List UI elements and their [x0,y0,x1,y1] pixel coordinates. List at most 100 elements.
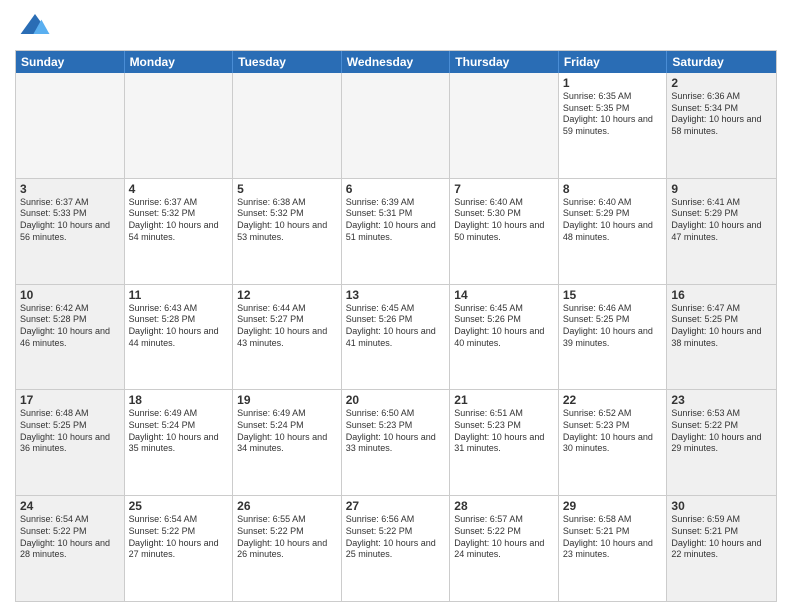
day-info: Sunrise: 6:55 AMSunset: 5:22 PMDaylight:… [237,514,337,561]
day-info: Sunrise: 6:35 AMSunset: 5:35 PMDaylight:… [563,91,663,138]
day-info: Sunrise: 6:59 AMSunset: 5:21 PMDaylight:… [671,514,772,561]
weekday-header-saturday: Saturday [667,51,776,73]
day-number: 29 [563,499,663,513]
calendar-cell: 25Sunrise: 6:54 AMSunset: 5:22 PMDayligh… [125,496,234,601]
day-number: 25 [129,499,229,513]
day-info: Sunrise: 6:37 AMSunset: 5:33 PMDaylight:… [20,197,120,244]
day-info: Sunrise: 6:46 AMSunset: 5:25 PMDaylight:… [563,303,663,350]
day-number: 19 [237,393,337,407]
day-info: Sunrise: 6:52 AMSunset: 5:23 PMDaylight:… [563,408,663,455]
calendar-cell: 3Sunrise: 6:37 AMSunset: 5:33 PMDaylight… [16,179,125,284]
day-info: Sunrise: 6:44 AMSunset: 5:27 PMDaylight:… [237,303,337,350]
calendar-cell [125,73,234,178]
weekday-header-tuesday: Tuesday [233,51,342,73]
calendar-row-4: 17Sunrise: 6:48 AMSunset: 5:25 PMDayligh… [16,390,776,496]
calendar-row-3: 10Sunrise: 6:42 AMSunset: 5:28 PMDayligh… [16,285,776,391]
day-number: 15 [563,288,663,302]
day-number: 4 [129,182,229,196]
day-info: Sunrise: 6:45 AMSunset: 5:26 PMDaylight:… [346,303,446,350]
calendar-cell: 4Sunrise: 6:37 AMSunset: 5:32 PMDaylight… [125,179,234,284]
calendar-cell: 29Sunrise: 6:58 AMSunset: 5:21 PMDayligh… [559,496,668,601]
calendar-cell [233,73,342,178]
calendar-cell: 10Sunrise: 6:42 AMSunset: 5:28 PMDayligh… [16,285,125,390]
day-info: Sunrise: 6:37 AMSunset: 5:32 PMDaylight:… [129,197,229,244]
calendar-cell: 1Sunrise: 6:35 AMSunset: 5:35 PMDaylight… [559,73,668,178]
calendar-row-5: 24Sunrise: 6:54 AMSunset: 5:22 PMDayligh… [16,496,776,601]
weekday-header-sunday: Sunday [16,51,125,73]
calendar-cell: 28Sunrise: 6:57 AMSunset: 5:22 PMDayligh… [450,496,559,601]
calendar-body: 1Sunrise: 6:35 AMSunset: 5:35 PMDaylight… [16,73,776,601]
calendar-cell: 7Sunrise: 6:40 AMSunset: 5:30 PMDaylight… [450,179,559,284]
day-info: Sunrise: 6:41 AMSunset: 5:29 PMDaylight:… [671,197,772,244]
day-number: 23 [671,393,772,407]
day-number: 14 [454,288,554,302]
day-info: Sunrise: 6:49 AMSunset: 5:24 PMDaylight:… [237,408,337,455]
calendar-cell: 13Sunrise: 6:45 AMSunset: 5:26 PMDayligh… [342,285,451,390]
day-info: Sunrise: 6:58 AMSunset: 5:21 PMDaylight:… [563,514,663,561]
day-number: 13 [346,288,446,302]
calendar-cell: 17Sunrise: 6:48 AMSunset: 5:25 PMDayligh… [16,390,125,495]
calendar-cell: 24Sunrise: 6:54 AMSunset: 5:22 PMDayligh… [16,496,125,601]
day-info: Sunrise: 6:50 AMSunset: 5:23 PMDaylight:… [346,408,446,455]
day-info: Sunrise: 6:49 AMSunset: 5:24 PMDaylight:… [129,408,229,455]
calendar-cell: 18Sunrise: 6:49 AMSunset: 5:24 PMDayligh… [125,390,234,495]
day-info: Sunrise: 6:54 AMSunset: 5:22 PMDaylight:… [20,514,120,561]
day-number: 5 [237,182,337,196]
calendar-cell: 14Sunrise: 6:45 AMSunset: 5:26 PMDayligh… [450,285,559,390]
day-info: Sunrise: 6:45 AMSunset: 5:26 PMDaylight:… [454,303,554,350]
day-number: 10 [20,288,120,302]
day-info: Sunrise: 6:42 AMSunset: 5:28 PMDaylight:… [20,303,120,350]
day-info: Sunrise: 6:40 AMSunset: 5:29 PMDaylight:… [563,197,663,244]
calendar-cell: 6Sunrise: 6:39 AMSunset: 5:31 PMDaylight… [342,179,451,284]
calendar-cell: 23Sunrise: 6:53 AMSunset: 5:22 PMDayligh… [667,390,776,495]
day-number: 6 [346,182,446,196]
day-number: 24 [20,499,120,513]
day-number: 1 [563,76,663,90]
day-info: Sunrise: 6:43 AMSunset: 5:28 PMDaylight:… [129,303,229,350]
header [15,10,777,42]
calendar-cell: 22Sunrise: 6:52 AMSunset: 5:23 PMDayligh… [559,390,668,495]
day-number: 7 [454,182,554,196]
day-number: 28 [454,499,554,513]
day-info: Sunrise: 6:57 AMSunset: 5:22 PMDaylight:… [454,514,554,561]
calendar-cell: 21Sunrise: 6:51 AMSunset: 5:23 PMDayligh… [450,390,559,495]
day-number: 12 [237,288,337,302]
calendar-cell: 16Sunrise: 6:47 AMSunset: 5:25 PMDayligh… [667,285,776,390]
calendar-row-2: 3Sunrise: 6:37 AMSunset: 5:33 PMDaylight… [16,179,776,285]
calendar-row-1: 1Sunrise: 6:35 AMSunset: 5:35 PMDaylight… [16,73,776,179]
page: SundayMondayTuesdayWednesdayThursdayFrid… [0,0,792,612]
calendar-cell: 8Sunrise: 6:40 AMSunset: 5:29 PMDaylight… [559,179,668,284]
day-number: 8 [563,182,663,196]
calendar-cell: 11Sunrise: 6:43 AMSunset: 5:28 PMDayligh… [125,285,234,390]
calendar-cell [450,73,559,178]
logo [15,10,51,42]
calendar-header: SundayMondayTuesdayWednesdayThursdayFrid… [16,51,776,73]
day-number: 26 [237,499,337,513]
calendar-cell: 2Sunrise: 6:36 AMSunset: 5:34 PMDaylight… [667,73,776,178]
day-info: Sunrise: 6:47 AMSunset: 5:25 PMDaylight:… [671,303,772,350]
day-info: Sunrise: 6:53 AMSunset: 5:22 PMDaylight:… [671,408,772,455]
calendar-cell [16,73,125,178]
calendar-cell: 5Sunrise: 6:38 AMSunset: 5:32 PMDaylight… [233,179,342,284]
weekday-header-wednesday: Wednesday [342,51,451,73]
day-number: 3 [20,182,120,196]
day-info: Sunrise: 6:38 AMSunset: 5:32 PMDaylight:… [237,197,337,244]
day-number: 30 [671,499,772,513]
calendar-cell: 15Sunrise: 6:46 AMSunset: 5:25 PMDayligh… [559,285,668,390]
weekday-header-friday: Friday [559,51,668,73]
calendar-cell [342,73,451,178]
day-number: 11 [129,288,229,302]
calendar-cell: 27Sunrise: 6:56 AMSunset: 5:22 PMDayligh… [342,496,451,601]
day-info: Sunrise: 6:56 AMSunset: 5:22 PMDaylight:… [346,514,446,561]
day-number: 20 [346,393,446,407]
calendar-cell: 19Sunrise: 6:49 AMSunset: 5:24 PMDayligh… [233,390,342,495]
calendar-cell: 26Sunrise: 6:55 AMSunset: 5:22 PMDayligh… [233,496,342,601]
calendar-cell: 12Sunrise: 6:44 AMSunset: 5:27 PMDayligh… [233,285,342,390]
calendar: SundayMondayTuesdayWednesdayThursdayFrid… [15,50,777,602]
day-info: Sunrise: 6:54 AMSunset: 5:22 PMDaylight:… [129,514,229,561]
day-info: Sunrise: 6:40 AMSunset: 5:30 PMDaylight:… [454,197,554,244]
day-info: Sunrise: 6:39 AMSunset: 5:31 PMDaylight:… [346,197,446,244]
day-info: Sunrise: 6:51 AMSunset: 5:23 PMDaylight:… [454,408,554,455]
day-info: Sunrise: 6:48 AMSunset: 5:25 PMDaylight:… [20,408,120,455]
weekday-header-monday: Monday [125,51,234,73]
